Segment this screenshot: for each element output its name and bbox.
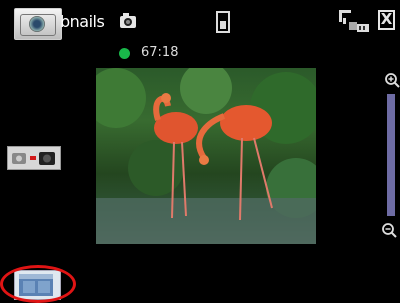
signal-icon [339,10,369,32]
camera-icon [29,16,45,32]
zoom-in-icon[interactable] [384,72,400,88]
app-title: bnails [60,12,105,31]
zoom-out-icon[interactable] [381,222,397,238]
highlight-circle [0,265,76,303]
switch-camera-video-button[interactable] [7,146,61,170]
close-button[interactable]: X [378,10,395,30]
camera-to-video-icon [12,152,55,165]
flamingo-scene [96,68,316,244]
battery-icon [216,11,230,33]
video-camera-icon[interactable] [119,12,139,30]
zoom-slider[interactable] [387,94,395,216]
time-remaining: 67:18 [141,45,179,60]
camera-preview[interactable] [96,68,316,244]
camera-mode-button[interactable] [14,8,62,40]
recording-status-indicator [119,48,130,59]
